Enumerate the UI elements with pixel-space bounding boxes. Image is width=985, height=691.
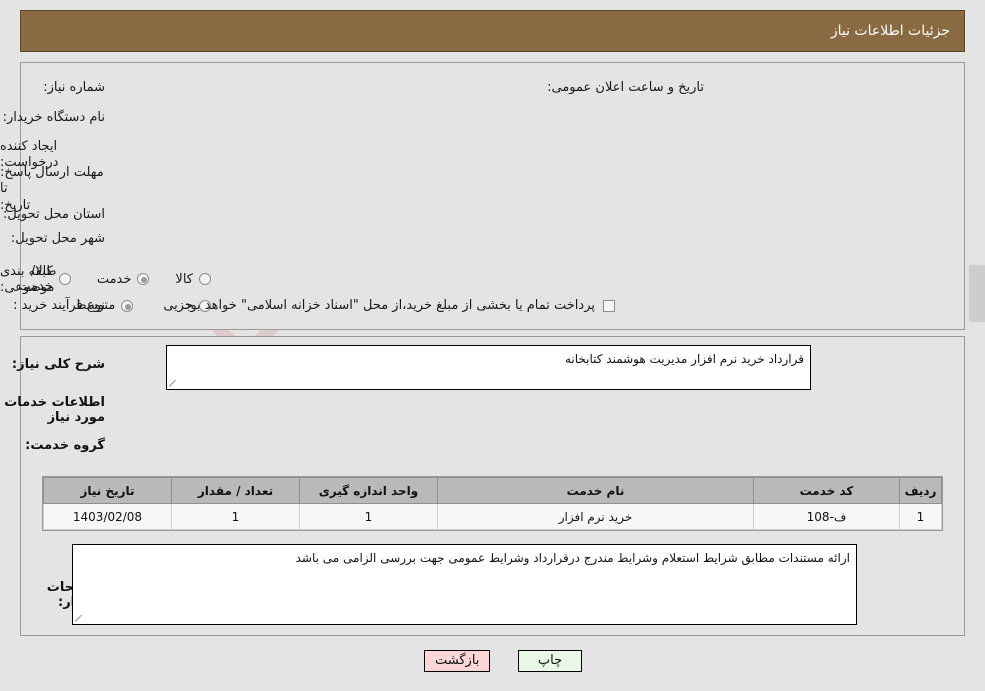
col-header-unit: واحد اندازه گیری xyxy=(299,477,438,504)
col-header-service-name: نام خدمت xyxy=(437,477,754,504)
page-title: جزئیات اطلاعات نیاز xyxy=(830,23,950,39)
radio-icon-motavasset[interactable] xyxy=(121,299,134,312)
category-option-kala-khedmat-label: کالا/خدمت xyxy=(18,264,53,294)
category-radio-group: کالا خدمت کالا/خدمت xyxy=(0,264,211,294)
radio-icon-kala[interactable] xyxy=(199,273,211,285)
public-announce-label-row: تاریخ و ساعت اعلان عمومی: xyxy=(547,80,704,96)
process-option-motavasset[interactable]: متوسط xyxy=(74,298,134,313)
treasury-note-row: پرداخت تمام یا بخشی از مبلغ خرید،از محل … xyxy=(180,298,615,313)
cell-row-no: 1 xyxy=(899,503,942,530)
province-label: استان محل تحویل: xyxy=(3,207,105,222)
resize-grip-icon[interactable] xyxy=(169,378,179,388)
services-table-head: ردیف کد خدمت نام خدمت واحد اندازه گیری ت… xyxy=(43,477,942,504)
radio-icon-khedmat[interactable] xyxy=(137,273,150,285)
page-header-bar: جزئیات اطلاعات نیاز xyxy=(20,10,965,52)
category-option-kala-label: کالا xyxy=(175,271,193,287)
city-label-row: شهر محل تحویل: xyxy=(11,231,105,247)
services-table-wrapper: ردیف کد خدمت نام خدمت واحد اندازه گیری ت… xyxy=(42,476,943,531)
print-button[interactable]: چاپ xyxy=(518,650,582,672)
buyer-notes-textarea[interactable]: ارائه مستندات مطابق شرایط استعلام وشرایط… xyxy=(72,544,857,625)
services-section-title: اطلاعات خدمات مورد نیاز xyxy=(4,395,105,425)
radio-icon-kala-khedmat[interactable] xyxy=(58,273,71,285)
services-table-body: 1 ف-108 خرید نرم افزار 1 1 1403/02/08 xyxy=(43,503,942,530)
category-option-khedmat-label: خدمت xyxy=(96,271,132,287)
page-root: AriaTender.net جزئیات اطلاعات نیاز شماره… xyxy=(0,0,985,691)
cell-quantity: 1 xyxy=(171,503,300,530)
services-table: ردیف کد خدمت نام خدمت واحد اندازه گیری ت… xyxy=(43,477,942,530)
description-label: شرح کلی نیاز: xyxy=(11,357,105,372)
resize-grip-icon-notes[interactable] xyxy=(75,613,85,623)
category-option-kala[interactable]: کالا xyxy=(175,272,211,287)
cell-service-name: خرید نرم افزار xyxy=(437,503,754,530)
city-label: شهر محل تحویل: xyxy=(10,231,105,246)
cell-service-code: ف-108 xyxy=(753,503,900,530)
table-header-row: ردیف کد خدمت نام خدمت واحد اندازه گیری ت… xyxy=(43,477,942,504)
treasury-note-label: پرداخت تمام یا بخشی از مبلغ خرید،از محل … xyxy=(180,298,595,313)
back-button[interactable]: بازگشت xyxy=(424,650,491,672)
treasury-checkbox[interactable] xyxy=(603,299,615,312)
cell-need-date: 1403/02/08 xyxy=(43,503,172,530)
cell-unit: 1 xyxy=(299,503,438,530)
col-header-quantity: تعداد / مقدار xyxy=(171,477,300,504)
buyer-org-label-row: نام دستگاه خریدار: xyxy=(3,110,105,126)
service-group-label: گروه خدمت: xyxy=(25,438,105,453)
public-announce-label: تاریخ و ساعت اعلان عمومی: xyxy=(547,80,704,95)
col-header-row-no: ردیف xyxy=(899,477,942,504)
description-textarea[interactable]: قرارداد خرید نرم افزار مدیریت هوشمند کتا… xyxy=(166,345,811,390)
col-header-need-date: تاریخ نیاز xyxy=(43,477,172,504)
category-option-khedmat[interactable]: خدمت xyxy=(97,272,150,287)
buyer-notes-text: ارائه مستندات مطابق شرایط استعلام وشرایط… xyxy=(295,551,850,565)
process-option-motavasset-label: متوسط xyxy=(74,298,116,313)
table-row: 1 ف-108 خرید نرم افزار 1 1 1403/02/08 xyxy=(43,503,942,530)
description-text: قرارداد خرید نرم افزار مدیریت هوشمند کتا… xyxy=(564,352,804,366)
col-header-service-code: کد خدمت xyxy=(753,477,900,504)
need-number-label-row: شماره نیاز: xyxy=(43,80,105,96)
category-option-kala-khedmat[interactable]: کالا/خدمت xyxy=(0,264,71,294)
need-number-label: شماره نیاز: xyxy=(43,80,105,95)
buyer-org-label: نام دستگاه خریدار: xyxy=(2,110,105,125)
province-label-row: استان محل تحویل: xyxy=(3,207,105,223)
